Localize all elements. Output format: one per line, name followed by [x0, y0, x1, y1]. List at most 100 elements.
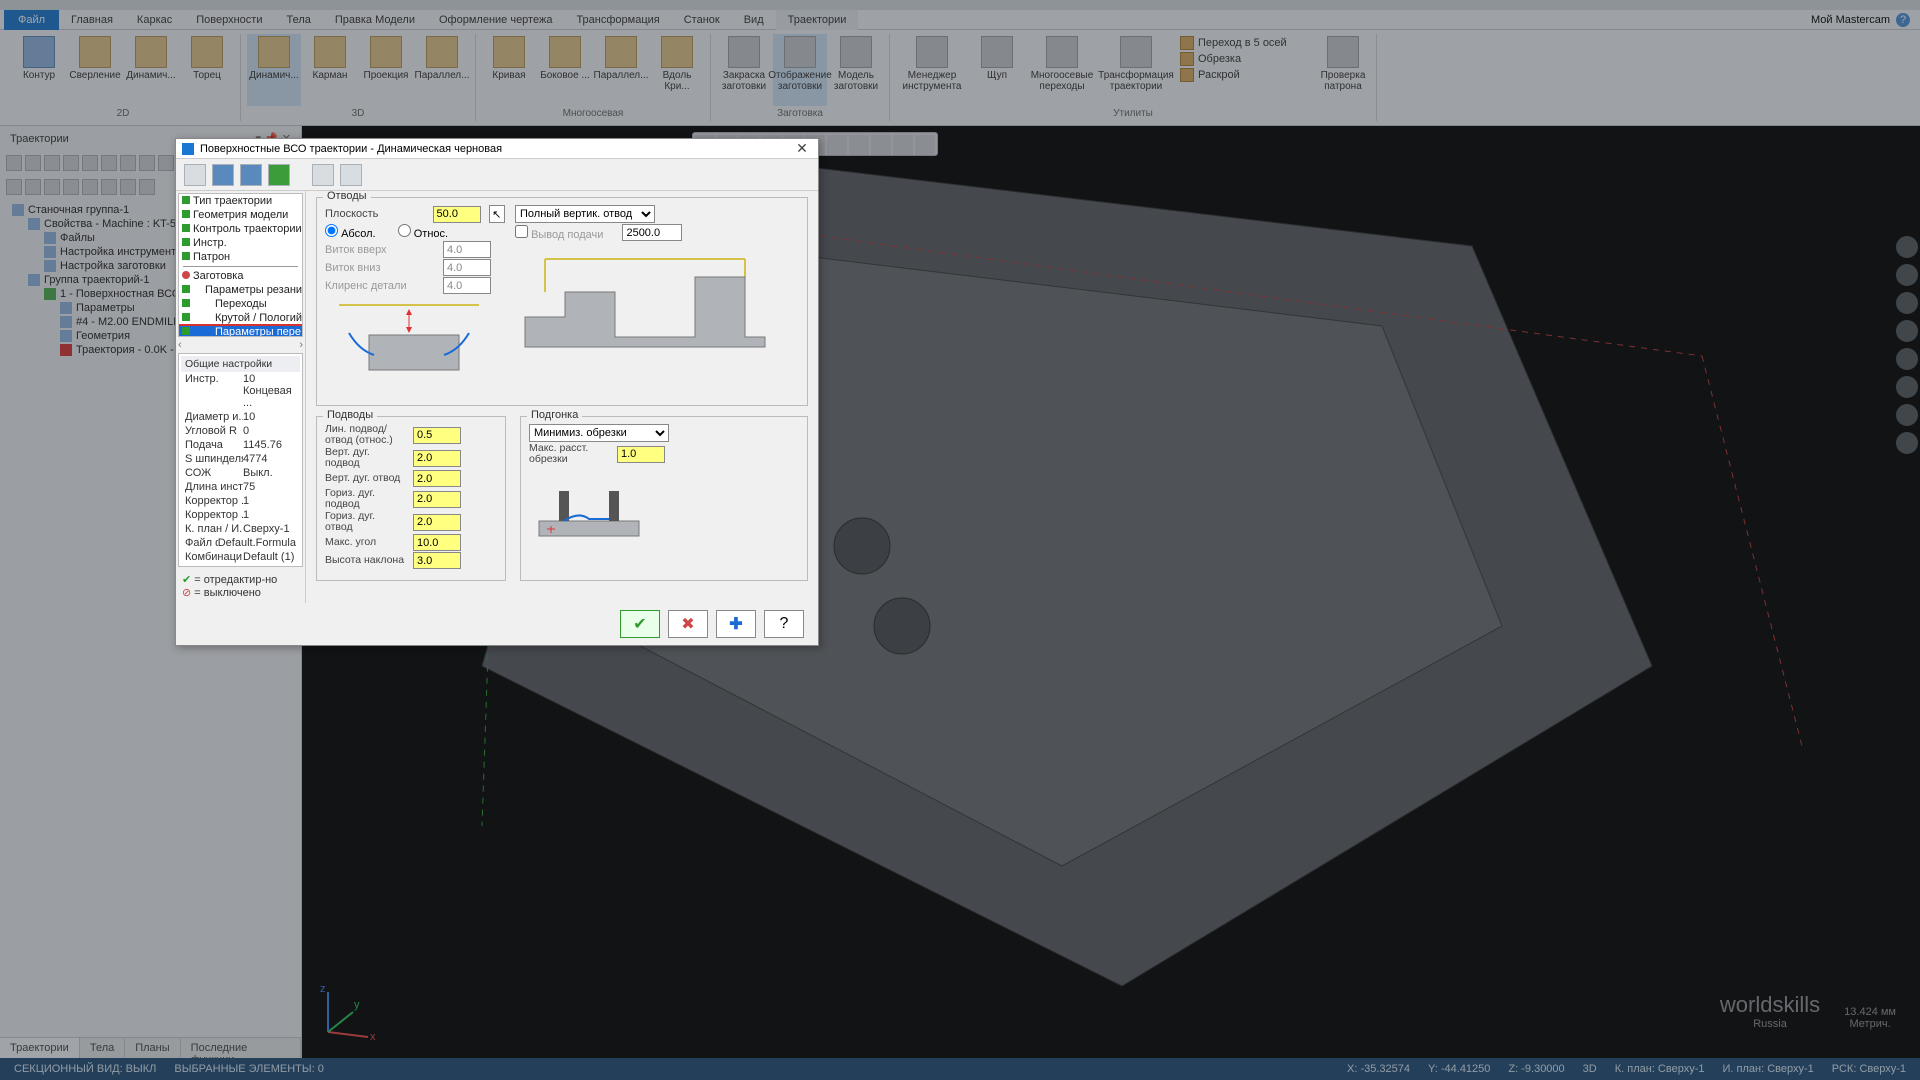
setting-row: К. план / И...Сверху-1 [181, 522, 300, 536]
nav-item[interactable]: Контроль траектории [179, 222, 302, 236]
rb-stockshade[interactable]: Закраска заготовки [717, 34, 771, 106]
clearance-input [443, 277, 491, 294]
svg-text:x: x [370, 1031, 376, 1042]
plane-input[interactable] [433, 206, 481, 223]
lead-input[interactable] [413, 552, 461, 569]
settings-panel: Общие настройки Инстр.10 Концевая ...Диа… [178, 353, 303, 567]
dialog-title: Поверхностные ВСО траектории - Динамичес… [200, 143, 502, 155]
rb-probe[interactable]: Щуп [970, 34, 1024, 106]
nav-item[interactable]: Геометрия модели [179, 208, 302, 222]
ribbon: Контур Сверление Динамич... Торец 2D Дин… [0, 30, 1920, 126]
setting-row: Угловой R0 [181, 424, 300, 438]
menu-item[interactable]: Главная [59, 10, 125, 30]
watermark: worldskillsRussia 13.424 ммМетрич. [1720, 992, 1896, 1030]
rb-pocket[interactable]: Карман [303, 34, 357, 106]
rb-dyn2d[interactable]: Динамич... [124, 34, 178, 106]
menu-bar: Файл Главная Каркас Поверхности Тела Пра… [0, 10, 1920, 30]
nav-item[interactable]: Инстр. [179, 236, 302, 250]
group-title: Подводы [323, 409, 377, 421]
rb-mlink[interactable]: Многоосевые переходы [1026, 34, 1098, 106]
menu-item[interactable]: Каркас [125, 10, 184, 30]
rib-title-stock: Заготовка [717, 106, 883, 121]
rib-title-2d: 2D [12, 106, 234, 121]
rb-transform[interactable]: Трансформация траектории [1100, 34, 1172, 106]
menu-right-label[interactable]: Мой Mastercam [1811, 14, 1890, 26]
menu-item[interactable]: Оформление чертежа [427, 10, 564, 30]
menu-item[interactable]: Вид [732, 10, 776, 30]
nav-item[interactable]: Заготовка [179, 269, 302, 283]
rb-mparallel[interactable]: Параллел... [594, 34, 648, 106]
fit-mode-select[interactable]: Минимиз. обрезки [529, 424, 669, 442]
lead-input[interactable] [413, 450, 461, 467]
menu-item[interactable]: Трансформация [564, 10, 671, 30]
view-strip [1896, 236, 1918, 454]
add-button[interactable]: ✚ [716, 610, 756, 638]
rb-parallel[interactable]: Параллел... [415, 34, 469, 106]
rb-toolmgr[interactable]: Менеджер инструмента [896, 34, 968, 106]
rb-swarf[interactable]: Боковое ... [538, 34, 592, 106]
fit-diagram [529, 471, 799, 541]
scroll-left-icon[interactable]: ‹ [178, 339, 182, 351]
status-bar: СЕКЦИОННЫЙ ВИД: ВЫКЛВЫБРАННЫЕ ЭЛЕМЕНТЫ: … [0, 1058, 1920, 1080]
dialog-toolbar [176, 159, 818, 191]
lead-input[interactable] [413, 534, 461, 551]
abs-radio[interactable]: Абсол. [325, 224, 376, 240]
group-title: Отводы [323, 191, 371, 202]
menu-item-active[interactable]: Траектории [776, 10, 859, 30]
rb-project[interactable]: Проекция [359, 34, 413, 106]
help-button[interactable]: ? [764, 610, 804, 638]
scroll-right-icon[interactable]: › [299, 339, 303, 351]
retract-type-select[interactable]: Полный вертик. отвод [515, 205, 655, 223]
lead-input[interactable] [413, 514, 461, 531]
group-title: Подгонка [527, 409, 582, 421]
rb-chuck[interactable]: Проверка патрона [1316, 34, 1370, 106]
rb-face[interactable]: Торец [180, 34, 234, 106]
retract-diagram-small [329, 295, 489, 395]
cancel-button[interactable]: ✖ [668, 610, 708, 638]
nav-item[interactable]: Патрон [179, 250, 302, 264]
setting-row: Инстр.10 Концевая ... [181, 372, 300, 410]
rb-drill[interactable]: Сверление [68, 34, 122, 106]
menu-item[interactable]: Правка Модели [323, 10, 427, 30]
setting-row: Диаметр и...10 [181, 410, 300, 424]
nav-item[interactable]: Параметры резания [179, 283, 302, 297]
loop-down-input [443, 259, 491, 276]
retract-diagram-big [515, 247, 799, 357]
setting-row: Длина инстр.75 [181, 480, 300, 494]
menu-item[interactable]: Поверхности [184, 10, 274, 30]
nav-item[interactable]: Параметры переходов [179, 325, 302, 337]
setting-row: Корректор ...1 [181, 494, 300, 508]
lead-input[interactable] [413, 470, 461, 487]
pick-icon[interactable]: ↖ [489, 205, 505, 223]
dialog-icon [182, 143, 194, 155]
lead-input[interactable] [413, 427, 461, 444]
rb-stockdisp[interactable]: Отображение заготовки [773, 34, 827, 106]
rb-dyn3d[interactable]: Динамич... [247, 34, 301, 106]
menu-file[interactable]: Файл [4, 10, 59, 30]
menu-item[interactable]: Тела [274, 10, 322, 30]
feed-out-check[interactable]: Вывод подачи [515, 225, 603, 241]
leads-group: Подводы Лин. подвод/отвод (относ.)Верт. … [316, 416, 506, 581]
ok-button[interactable]: ✔ [620, 610, 660, 638]
rib-title-util: Утилиты [896, 106, 1370, 121]
fit-dist-input[interactable] [617, 446, 665, 463]
rel-radio[interactable]: Относ. [398, 224, 448, 240]
rb-5ax[interactable]: Переход в 5 осей [1180, 36, 1308, 50]
settings-title: Общие настройки [181, 356, 300, 372]
side-title: Траектории [10, 133, 69, 145]
rb-curve[interactable]: Кривая [482, 34, 536, 106]
rb-stockmodel[interactable]: Модель заготовки [829, 34, 883, 106]
rb-along[interactable]: Вдоль Кри... [650, 34, 704, 106]
nav-item[interactable]: Тип траектории [179, 194, 302, 208]
rb-contour[interactable]: Контур [12, 34, 66, 106]
loop-up-input [443, 241, 491, 258]
menu-item[interactable]: Станок [672, 10, 732, 30]
rb-trim[interactable]: Обрезка [1180, 52, 1308, 66]
setting-row: СОЖВыкл. [181, 466, 300, 480]
close-icon[interactable]: ✕ [792, 140, 812, 157]
lead-input[interactable] [413, 491, 461, 508]
nav-item[interactable]: Переходы [179, 297, 302, 311]
help-icon[interactable]: ? [1896, 13, 1910, 27]
nav-item[interactable]: Крутой / Пологий [179, 311, 302, 325]
rb-nest[interactable]: Раскрой [1180, 68, 1308, 82]
